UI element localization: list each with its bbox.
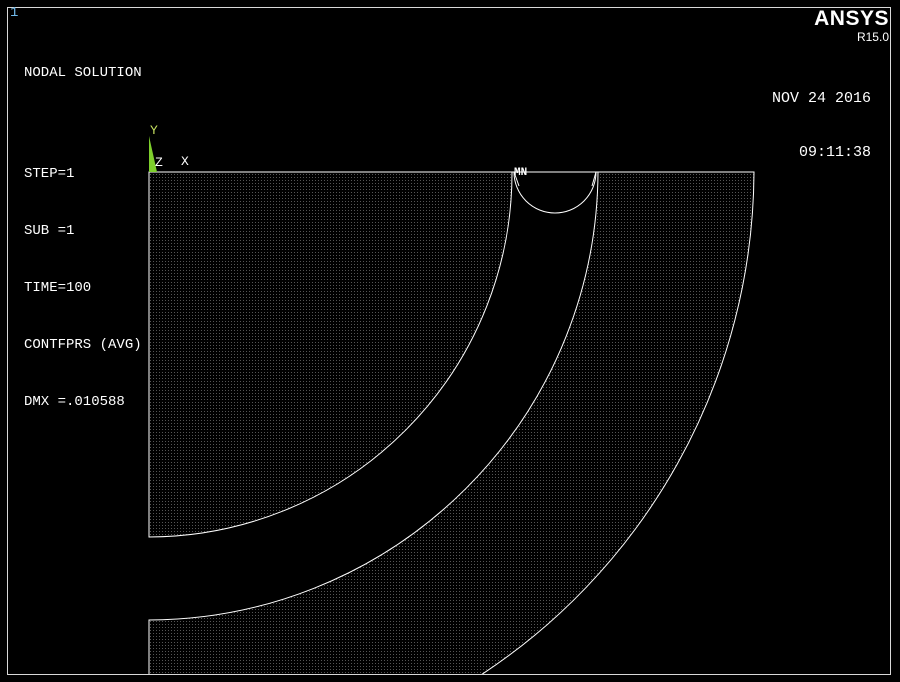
- model-plot[interactable]: MN Y Z X: [0, 0, 900, 682]
- triad-y-label: Y: [150, 123, 158, 138]
- triad-z-label: Z: [155, 155, 163, 170]
- coordinate-triad: Y Z X: [149, 123, 189, 172]
- triad-x-label: X: [181, 154, 189, 169]
- inner-block: [148, 171, 513, 538]
- graphics-window[interactable]: 1 NODAL SOLUTION STEP=1 SUB =1 TIME=100 …: [0, 0, 900, 682]
- min-marker-label: MN: [514, 167, 527, 179]
- model-geometry: [148, 171, 755, 674]
